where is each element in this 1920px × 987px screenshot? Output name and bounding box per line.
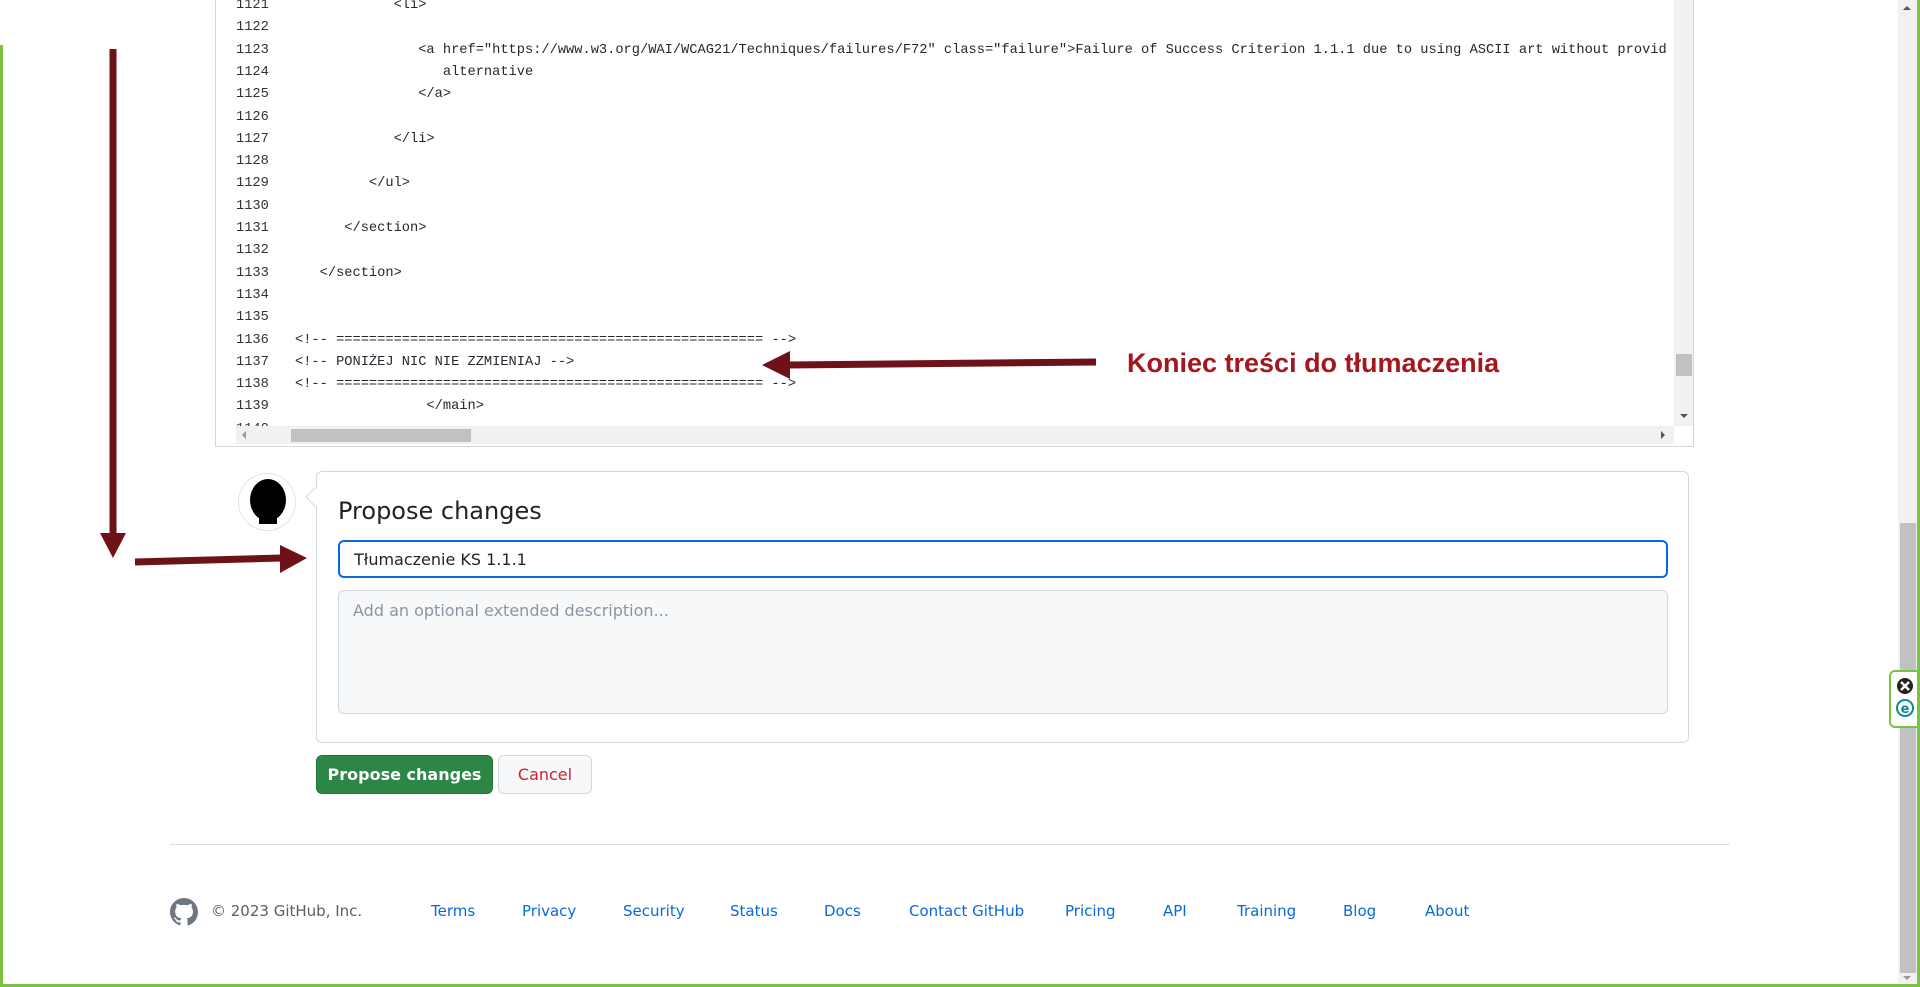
commit-summary-input[interactable] xyxy=(338,540,1668,578)
vertical-arrow-head xyxy=(100,533,126,558)
close-icon xyxy=(1897,678,1913,694)
code-arrow-head xyxy=(762,351,790,379)
footer-link-contact-github[interactable]: Contact GitHub xyxy=(909,902,1024,920)
page-scroll-up-icon[interactable] xyxy=(1903,6,1911,10)
code-arrow-shaft xyxy=(787,358,1097,369)
footer-link-blog[interactable]: Blog xyxy=(1343,902,1376,920)
github-logo-icon[interactable] xyxy=(170,898,198,926)
footer-link-terms[interactable]: Terms xyxy=(431,902,475,920)
horizontal-arrow-shaft xyxy=(134,554,283,566)
propose-changes-button[interactable]: Propose changes xyxy=(316,755,493,794)
eset-logo-icon: e xyxy=(1896,699,1914,717)
extension-icons: e xyxy=(1896,678,1914,717)
footer-link-docs[interactable]: Docs xyxy=(824,902,861,920)
horizontal-arrow-head xyxy=(280,545,307,573)
footer-link-training[interactable]: Training xyxy=(1237,902,1296,920)
footer-link-api[interactable]: API xyxy=(1163,902,1187,920)
footer-divider xyxy=(170,844,1730,845)
footer-link-status[interactable]: Status xyxy=(730,902,778,920)
page-scroll-thumb[interactable] xyxy=(1900,523,1916,973)
avatar[interactable] xyxy=(238,473,296,531)
extension-widget[interactable]: e xyxy=(1889,670,1918,728)
form-title: Propose changes xyxy=(338,497,542,525)
footer-link-security[interactable]: Security xyxy=(623,902,685,920)
user-silhouette-icon xyxy=(250,479,286,524)
footer-link-about[interactable]: About xyxy=(1425,902,1469,920)
footer-link-pricing[interactable]: Pricing xyxy=(1065,902,1116,920)
copyright-text: © 2023 GitHub, Inc. xyxy=(211,902,363,920)
page-scroll-down-icon[interactable] xyxy=(1903,976,1911,980)
cancel-button[interactable]: Cancel xyxy=(498,755,592,794)
extended-description-input[interactable] xyxy=(338,590,1668,714)
footer-link-privacy[interactable]: Privacy xyxy=(522,902,576,920)
svg-text:e: e xyxy=(1901,702,1910,717)
